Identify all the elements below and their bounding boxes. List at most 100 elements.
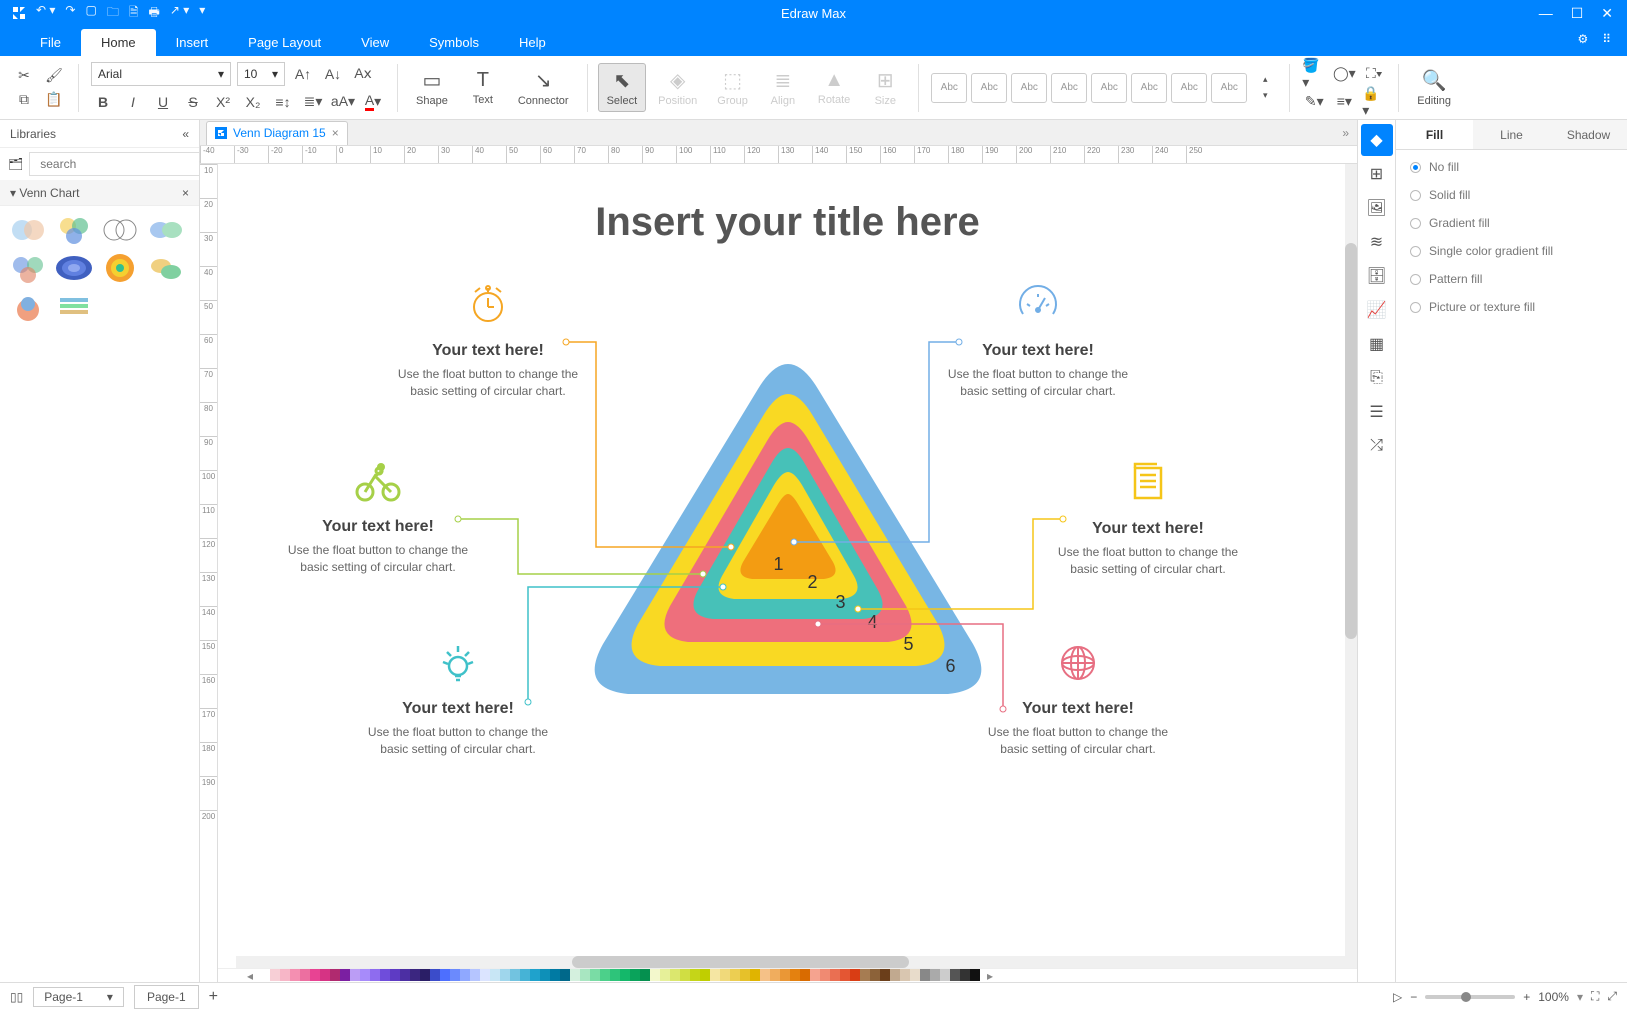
export-tool-icon[interactable]: ⎘ xyxy=(1361,362,1393,394)
tab-help[interactable]: Help xyxy=(499,29,566,56)
color-swatch[interactable] xyxy=(620,969,630,981)
presentation-icon[interactable]: ▷ xyxy=(1393,990,1402,1004)
open-icon[interactable]: 🗀 xyxy=(107,3,119,24)
theme-preset[interactable]: Abc xyxy=(1091,73,1127,103)
shadow-tab[interactable]: Shadow xyxy=(1550,120,1627,149)
grid-tool-icon[interactable]: ⊞ xyxy=(1361,158,1393,190)
color-swatch[interactable] xyxy=(600,969,610,981)
redo-icon[interactable]: ↷ xyxy=(65,3,75,24)
color-swatch[interactable] xyxy=(710,969,720,981)
pages-panel-icon[interactable]: ▯▯ xyxy=(10,990,23,1004)
layers-tool-icon[interactable]: ≋ xyxy=(1361,226,1393,258)
color-swatch[interactable] xyxy=(260,969,270,981)
venn-shape[interactable] xyxy=(54,214,94,246)
lock-icon[interactable]: 🔒▾ xyxy=(1362,90,1386,114)
color-swatch[interactable] xyxy=(660,969,670,981)
new-icon[interactable]: ▢ xyxy=(85,3,96,24)
color-swatch[interactable] xyxy=(290,969,300,981)
color-swatch[interactable] xyxy=(880,969,890,981)
color-swatch[interactable] xyxy=(340,969,350,981)
color-swatch[interactable] xyxy=(680,969,690,981)
italic-icon[interactable]: I xyxy=(121,90,145,114)
venn-shape[interactable] xyxy=(146,214,186,246)
tab-home[interactable]: Home xyxy=(81,29,156,56)
table-tool-icon[interactable]: ▦ xyxy=(1361,328,1393,360)
vertical-scrollbar[interactable] xyxy=(1345,164,1357,956)
color-swatch[interactable] xyxy=(810,969,820,981)
font-family-select[interactable]: Arial▾ xyxy=(91,62,231,86)
library-category[interactable]: ▾ Venn Chart × xyxy=(0,180,199,206)
venn-shape[interactable] xyxy=(100,252,140,284)
callout-item[interactable]: Your text here! Use the float button to … xyxy=(1048,462,1248,578)
theme-preset[interactable]: Abc xyxy=(1011,73,1047,103)
rotate-button[interactable]: ▲Rotate xyxy=(810,65,858,110)
color-swatch[interactable] xyxy=(720,969,730,981)
add-page-button[interactable]: + xyxy=(209,988,218,1006)
color-swatch[interactable] xyxy=(760,969,770,981)
print-icon[interactable]: 🖶 xyxy=(149,3,160,24)
color-swatch[interactable] xyxy=(770,969,780,981)
color-swatch[interactable] xyxy=(970,969,980,981)
paste-icon[interactable]: 📋 xyxy=(42,88,66,112)
color-swatch[interactable] xyxy=(400,969,410,981)
color-swatch[interactable] xyxy=(700,969,710,981)
fullscreen-icon[interactable]: ⤢ xyxy=(1607,989,1617,1004)
color-swatch[interactable] xyxy=(740,969,750,981)
zoom-out-button[interactable]: − xyxy=(1410,990,1417,1004)
color-swatch[interactable] xyxy=(670,969,680,981)
minimize-button[interactable]: — xyxy=(1539,5,1553,22)
theme-preset[interactable]: Abc xyxy=(1171,73,1207,103)
callout-item[interactable]: Your text here! Use the float button to … xyxy=(978,642,1178,758)
callout-item[interactable]: Your text here! Use the float button to … xyxy=(278,462,478,576)
color-swatch[interactable] xyxy=(310,969,320,981)
theme-preset[interactable]: Abc xyxy=(931,73,967,103)
font-color-icon[interactable]: A▾ xyxy=(361,90,385,114)
line-style-icon[interactable]: ≡▾ xyxy=(1332,90,1356,114)
fill-option-picture[interactable]: Picture or texture fill xyxy=(1410,300,1613,314)
color-swatch[interactable] xyxy=(370,969,380,981)
triangle-chart[interactable]: 1 2 3 4 5 6 xyxy=(578,354,998,714)
list-tool-icon[interactable]: ☰ xyxy=(1361,396,1393,428)
color-swatch[interactable] xyxy=(560,969,570,981)
text-case-icon[interactable]: aA▾ xyxy=(331,90,355,114)
align-button[interactable]: ≣Align xyxy=(760,64,806,111)
color-swatch[interactable] xyxy=(930,969,940,981)
subscript-icon[interactable]: X₂ xyxy=(241,90,265,114)
close-button[interactable]: ✕ xyxy=(1601,5,1613,22)
theme-up-icon[interactable]: ▴ xyxy=(1253,73,1277,87)
fill-option-pattern[interactable]: Pattern fill xyxy=(1410,272,1613,286)
collapse-left-icon[interactable]: « xyxy=(182,127,189,141)
color-palette-strip[interactable]: ◂ ▸ xyxy=(218,968,1357,982)
color-swatch[interactable] xyxy=(530,969,540,981)
clear-format-icon[interactable]: Aⅹ xyxy=(351,62,375,86)
data-tool-icon[interactable]: 🗄 xyxy=(1361,260,1393,292)
color-swatch[interactable] xyxy=(900,969,910,981)
shuffle-tool-icon[interactable]: ⤮ xyxy=(1361,430,1393,462)
color-swatch[interactable] xyxy=(360,969,370,981)
category-close-icon[interactable]: × xyxy=(182,186,189,200)
qat-more-icon[interactable]: ▾ xyxy=(199,3,205,24)
document-tab[interactable]: Venn Diagram 15 × xyxy=(206,121,348,145)
chart-tool-icon[interactable]: 📈 xyxy=(1361,294,1393,326)
zoom-slider[interactable] xyxy=(1425,995,1515,999)
color-swatch[interactable] xyxy=(580,969,590,981)
save-icon[interactable]: 🗎 xyxy=(129,3,139,24)
image-tool-icon[interactable]: 🖼 xyxy=(1361,192,1393,224)
color-swatch[interactable] xyxy=(960,969,970,981)
color-swatch[interactable] xyxy=(890,969,900,981)
horizontal-scrollbar[interactable] xyxy=(236,956,1357,968)
size-button[interactable]: ⊞Size xyxy=(862,64,908,111)
callout-item[interactable]: Your text here! Use the float button to … xyxy=(388,284,588,400)
crop-icon[interactable]: ⛶▾ xyxy=(1362,62,1386,86)
color-swatch[interactable] xyxy=(640,969,650,981)
venn-shape[interactable] xyxy=(8,290,48,322)
editing-button[interactable]: 🔍Editing xyxy=(1409,64,1459,111)
theme-preset[interactable]: Abc xyxy=(1131,73,1167,103)
shape-button[interactable]: ▭Shape xyxy=(408,64,456,111)
library-menu-icon[interactable]: 🗂 xyxy=(8,157,23,171)
color-swatch[interactable] xyxy=(920,969,930,981)
color-swatch[interactable] xyxy=(630,969,640,981)
close-tab-icon[interactable]: × xyxy=(332,126,339,140)
page-tab[interactable]: Page-1 xyxy=(134,985,199,1009)
expand-right-icon[interactable]: » xyxy=(1334,126,1357,140)
